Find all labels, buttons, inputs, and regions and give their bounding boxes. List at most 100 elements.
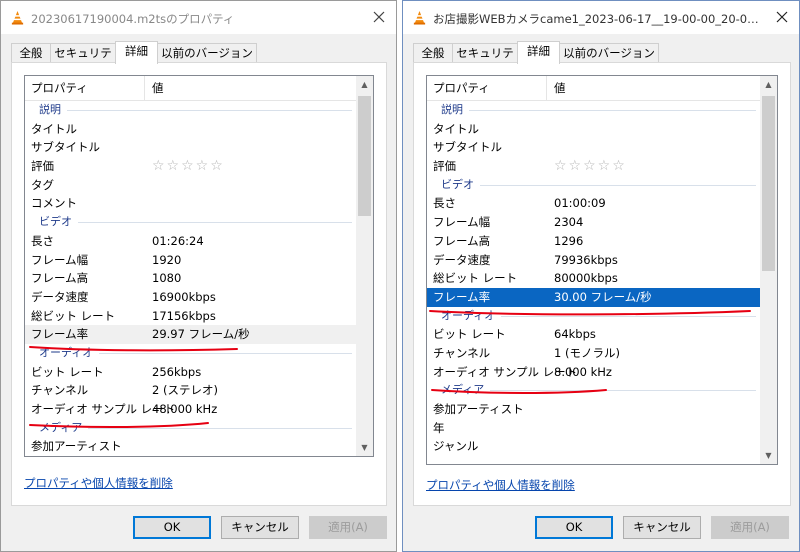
property-row[interactable]: 参加アーティスト: [25, 437, 356, 456]
property-row[interactable]: フレーム高 1080: [25, 269, 356, 288]
property-row[interactable]: チャンネル 1 (モノラル): [427, 344, 760, 363]
tab-general[interactable]: 全般: [11, 43, 51, 63]
cancel-button[interactable]: キャンセル: [623, 516, 701, 539]
property-name: ビット レート: [433, 327, 506, 342]
tab-security[interactable]: セキュリティ: [50, 43, 116, 78]
property-row[interactable]: 長さ 01:26:24: [25, 232, 356, 251]
property-row[interactable]: ジャンル: [427, 437, 760, 456]
property-list[interactable]: プロパティ 値 説明 タイトルサブタイトル 評価 ☆☆☆☆☆ ビデオ長さ 01:00:09…: [426, 75, 778, 465]
scrollbar-thumb[interactable]: [762, 96, 775, 271]
scroll-up-arrow-icon[interactable]: ▲: [356, 76, 373, 93]
property-value: 64kbps: [554, 327, 596, 342]
property-row[interactable]: 総ビット レート 17156kbps: [25, 307, 356, 326]
scroll-up-arrow-icon[interactable]: ▲: [760, 76, 777, 93]
property-row[interactable]: フレーム高 1296: [427, 232, 760, 251]
close-icon[interactable]: [771, 6, 793, 28]
property-value: 1920: [152, 252, 182, 267]
scroll-down-arrow-icon[interactable]: ▼: [760, 447, 777, 464]
section-divider: [480, 184, 756, 186]
property-row[interactable]: サブタイトル: [427, 138, 760, 157]
property-row[interactable]: ビット レート 64kbps: [427, 325, 760, 344]
ok-button[interactable]: OK: [535, 516, 613, 539]
property-row[interactable]: 年: [427, 419, 760, 438]
property-row[interactable]: 評価 ☆☆☆☆☆: [25, 157, 356, 176]
property-row[interactable]: 評価 ☆☆☆☆☆: [427, 157, 760, 176]
property-name: フレーム幅: [433, 215, 491, 230]
rating-stars[interactable]: ☆☆☆☆☆: [554, 157, 627, 176]
property-name: タイトル: [433, 121, 479, 136]
property-name: 総ビット レート: [433, 271, 518, 286]
property-row[interactable]: フレーム幅 1920: [25, 251, 356, 270]
property-row[interactable]: フレーム率 30.00 フレーム/秒: [427, 287, 760, 307]
property-row[interactable]: サブタイトル: [25, 138, 356, 157]
property-row[interactable]: コメント: [25, 194, 356, 213]
section-label: オーディオ: [441, 308, 496, 322]
remove-properties-link[interactable]: プロパティや個人情報を削除: [24, 475, 173, 491]
property-value: 48.000 kHz: [152, 402, 218, 416]
property-row[interactable]: データ速度 79936kbps: [427, 251, 760, 270]
tab-details[interactable]: 詳細: [517, 41, 560, 64]
section-header: 説明: [427, 101, 760, 120]
property-name: サブタイトル: [433, 140, 502, 155]
tab-security[interactable]: セキュリティ: [452, 43, 518, 78]
window-title: お店撮影WEBカメラcame1_2023-06-17__19-00-00_20-…: [433, 12, 763, 26]
section-divider: [99, 352, 352, 354]
rating-stars[interactable]: ☆☆☆☆☆: [152, 157, 225, 176]
section-label: メディア: [441, 383, 485, 397]
property-name: 評価: [433, 159, 456, 174]
property-row[interactable]: フレーム幅 2304: [427, 213, 760, 232]
property-row[interactable]: フレーム率 29.97 フレーム/秒: [25, 325, 356, 344]
property-value: 01:00:09: [554, 196, 606, 211]
property-row[interactable]: タイトル: [25, 120, 356, 139]
property-value: 2304: [554, 215, 584, 230]
property-row[interactable]: 総ビット レート 80000kbps: [427, 269, 760, 288]
property-row[interactable]: オーディオ サンプル レート 8.000 kHz: [427, 363, 760, 382]
property-value: 16900kbps: [152, 289, 216, 304]
property-row[interactable]: タグ: [25, 176, 356, 195]
vertical-scrollbar[interactable]: ▲ ▼: [760, 76, 777, 464]
property-row[interactable]: オーディオ サンプル レート 48.000 kHz: [25, 400, 356, 419]
cancel-button[interactable]: キャンセル: [221, 516, 299, 539]
property-name: 参加アーティスト: [31, 439, 122, 454]
section-header: メディア: [427, 381, 760, 400]
tab-details[interactable]: 詳細: [115, 41, 158, 64]
property-row[interactable]: 参加アーティスト: [427, 400, 760, 419]
section-label: ビデオ: [441, 177, 474, 191]
property-row[interactable]: ビット レート 256kbps: [25, 363, 356, 382]
remove-properties-link[interactable]: プロパティや個人情報を削除: [426, 477, 575, 493]
tab-previous-versions[interactable]: 以前のバージョン: [559, 43, 659, 63]
ok-button[interactable]: OK: [133, 516, 211, 539]
apply-button[interactable]: 適用(A): [309, 516, 387, 539]
list-header: プロパティ 値: [427, 76, 760, 101]
property-row[interactable]: チャンネル 2 (ステレオ): [25, 381, 356, 400]
tab-previous-versions[interactable]: 以前のバージョン: [157, 43, 257, 63]
property-row[interactable]: 長さ 01:00:09: [427, 194, 760, 213]
property-list[interactable]: プロパティ 値 説明 タイトル サブタイトル 評価 ☆☆☆☆☆ タグ コメント ビデオ 長さ 01…: [24, 75, 374, 457]
property-value: 17156kbps: [152, 308, 216, 323]
details-panel: プロパティ 値 説明 タイトル サブタイトル 評価 ☆☆☆☆☆ タグ コメント ビデオ 長さ 01…: [11, 62, 387, 506]
column-header-value[interactable]: 値: [146, 76, 164, 100]
property-value: 1296: [554, 233, 584, 248]
column-header-property[interactable]: プロパティ: [25, 76, 145, 100]
property-row[interactable]: データ速度 16900kbps: [25, 288, 356, 307]
property-rows: 説明 タイトル サブタイトル 評価 ☆☆☆☆☆ タグ コメント ビデオ 長さ 01:26:24 フレ…: [25, 101, 356, 456]
close-icon[interactable]: [368, 6, 390, 28]
section-header: ビデオ: [25, 213, 356, 232]
vertical-scrollbar[interactable]: ▲ ▼: [356, 76, 373, 456]
property-row[interactable]: タイトル: [427, 120, 760, 139]
property-name: ビット レート: [31, 364, 104, 379]
column-header-property[interactable]: プロパティ: [427, 76, 547, 100]
column-header-value[interactable]: 値: [548, 76, 566, 100]
vlc-cone-icon: [413, 10, 426, 25]
scrollbar-thumb[interactable]: [358, 96, 371, 216]
section-label: ビデオ: [39, 215, 72, 229]
tab-general[interactable]: 全般: [413, 43, 453, 63]
title-bar: お店撮影WEBカメラcame1_2023-06-17__19-00-00_20-…: [403, 1, 799, 34]
apply-button[interactable]: 適用(A): [711, 516, 789, 539]
property-rows: 説明 タイトルサブタイトル 評価 ☆☆☆☆☆ ビデオ長さ 01:00:09 フレーム幅 230…: [427, 101, 760, 456]
property-name: フレーム高: [433, 233, 491, 248]
property-name: ジャンル: [433, 439, 479, 454]
section-header: オーディオ: [427, 307, 760, 326]
property-value: 2 (ステレオ): [152, 383, 218, 398]
scroll-down-arrow-icon[interactable]: ▼: [356, 439, 373, 456]
